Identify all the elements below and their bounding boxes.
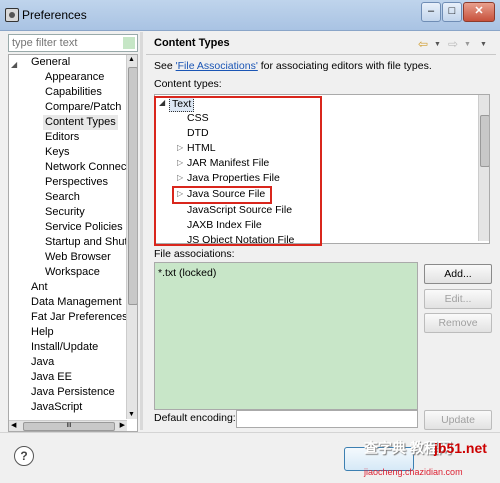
content-types-scroll-thumb[interactable] bbox=[480, 115, 489, 167]
see-suffix: for associating editors with file types. bbox=[257, 60, 432, 72]
add-button[interactable]: Add... bbox=[424, 264, 492, 284]
minimize-button[interactable]: – bbox=[421, 2, 441, 22]
tree-item-capabilities[interactable]: Capabilities bbox=[45, 85, 102, 100]
tree-item-security[interactable]: Security bbox=[45, 205, 85, 220]
tree-twisty-icon[interactable]: ◢ bbox=[11, 57, 17, 72]
back-arrow-icon[interactable]: ⇦ bbox=[418, 37, 428, 51]
tree-vertical-scrollbar[interactable]: ▲ ▼ bbox=[126, 55, 137, 419]
tree-item-content-types[interactable]: Content Types bbox=[43, 115, 118, 130]
update-button[interactable]: Update bbox=[424, 410, 492, 430]
tree-item-service-policies[interactable]: Service Policies bbox=[45, 220, 123, 235]
forward-dropdown-icon[interactable]: ▼ bbox=[464, 41, 471, 48]
preferences-tree: ◢ General Appearance Capabilities Compar… bbox=[8, 54, 138, 432]
left-pane: ◢ General Appearance Capabilities Compar… bbox=[4, 32, 138, 432]
tree-item-javascript[interactable]: JavaScript bbox=[31, 400, 82, 415]
tree-item-editors[interactable]: Editors bbox=[45, 130, 79, 145]
scroll-left-arrow-icon[interactable]: ◀ bbox=[11, 421, 16, 431]
tree-item-general[interactable]: General bbox=[31, 55, 70, 70]
file-associations-label: File associations: bbox=[154, 248, 235, 260]
see-prefix: See bbox=[154, 60, 176, 72]
remove-button[interactable]: Remove bbox=[424, 313, 492, 333]
watermark-site: jb51.net bbox=[434, 440, 487, 456]
view-menu-icon[interactable]: ▼ bbox=[480, 41, 487, 48]
watermark-url: jiaocheng.chazidian.com bbox=[364, 467, 463, 477]
window-title: Preferences bbox=[22, 8, 87, 22]
preferences-window: Preferences – □ ✕ ◢ General Appearance C… bbox=[0, 0, 500, 483]
file-association-item[interactable]: *.txt (locked) bbox=[158, 267, 216, 279]
tree-item-fat-jar[interactable]: Fat Jar Preferences bbox=[31, 310, 128, 325]
file-associations-list[interactable]: *.txt (locked) bbox=[154, 262, 418, 410]
tree-item-perspectives[interactable]: Perspectives bbox=[45, 175, 108, 190]
tree-item-java-persistence[interactable]: Java Persistence bbox=[31, 385, 115, 400]
tree-item-appearance[interactable]: Appearance bbox=[45, 70, 104, 85]
title-separator bbox=[146, 54, 496, 55]
tree-item-startup-shutdown[interactable]: Startup and Shutd bbox=[45, 235, 134, 250]
tree-item-search[interactable]: Search bbox=[45, 190, 80, 205]
tree-item-workspace[interactable]: Workspace bbox=[45, 265, 100, 280]
content-types-scrollbar[interactable] bbox=[478, 95, 489, 241]
tree-scroll-thumb[interactable] bbox=[128, 67, 137, 305]
tree-item-ant[interactable]: Ant bbox=[31, 280, 48, 295]
filter-field bbox=[8, 34, 138, 52]
tree-item-compare-patch[interactable]: Compare/Patch bbox=[45, 100, 121, 115]
tree-item-help[interactable]: Help bbox=[31, 325, 54, 340]
tree-horizontal-scrollbar[interactable]: ◀ III ▶ bbox=[9, 420, 127, 431]
title-bar: Preferences – □ ✕ bbox=[0, 0, 500, 31]
default-encoding-label: Default encoding: bbox=[154, 412, 236, 424]
right-pane: Content Types ⇦ ▼ ⇨ ▼ ▼ See 'File Associ… bbox=[146, 32, 496, 432]
maximize-button[interactable]: □ bbox=[442, 2, 462, 22]
close-button[interactable]: ✕ bbox=[463, 2, 495, 22]
tree-item-network-connections[interactable]: Network Connectio bbox=[45, 160, 137, 175]
highlight-text-group-box bbox=[154, 96, 322, 246]
page-title: Content Types bbox=[154, 37, 230, 49]
tree-hscroll-thumb[interactable]: III bbox=[23, 422, 115, 431]
clear-filter-icon[interactable] bbox=[123, 37, 135, 49]
highlight-java-source-box bbox=[172, 186, 272, 204]
pane-splitter[interactable] bbox=[140, 32, 143, 430]
tree-item-web-browser[interactable]: Web Browser bbox=[45, 250, 111, 265]
forward-arrow-icon[interactable]: ⇨ bbox=[448, 37, 458, 51]
help-icon[interactable]: ? bbox=[14, 446, 34, 466]
scroll-down-arrow-icon[interactable]: ▼ bbox=[128, 411, 135, 418]
back-dropdown-icon[interactable]: ▼ bbox=[434, 41, 441, 48]
tree-item-data-management[interactable]: Data Management bbox=[31, 295, 122, 310]
file-associations-link[interactable]: 'File Associations' bbox=[176, 60, 258, 72]
content-types-label: Content types: bbox=[154, 78, 222, 90]
see-file-associations-text: See 'File Associations' for associating … bbox=[154, 60, 432, 72]
scroll-right-arrow-icon[interactable]: ▶ bbox=[120, 421, 125, 431]
edit-button[interactable]: Edit... bbox=[424, 289, 492, 309]
eclipse-app-icon bbox=[5, 8, 19, 22]
tree-item-java-ee[interactable]: Java EE bbox=[31, 370, 72, 385]
filter-input[interactable] bbox=[9, 35, 123, 51]
tree-item-java[interactable]: Java bbox=[31, 355, 54, 370]
tree-item-install-update[interactable]: Install/Update bbox=[31, 340, 98, 355]
scroll-up-arrow-icon[interactable]: ▲ bbox=[128, 56, 135, 63]
default-encoding-input[interactable] bbox=[236, 410, 418, 428]
tree-item-keys[interactable]: Keys bbox=[45, 145, 69, 160]
